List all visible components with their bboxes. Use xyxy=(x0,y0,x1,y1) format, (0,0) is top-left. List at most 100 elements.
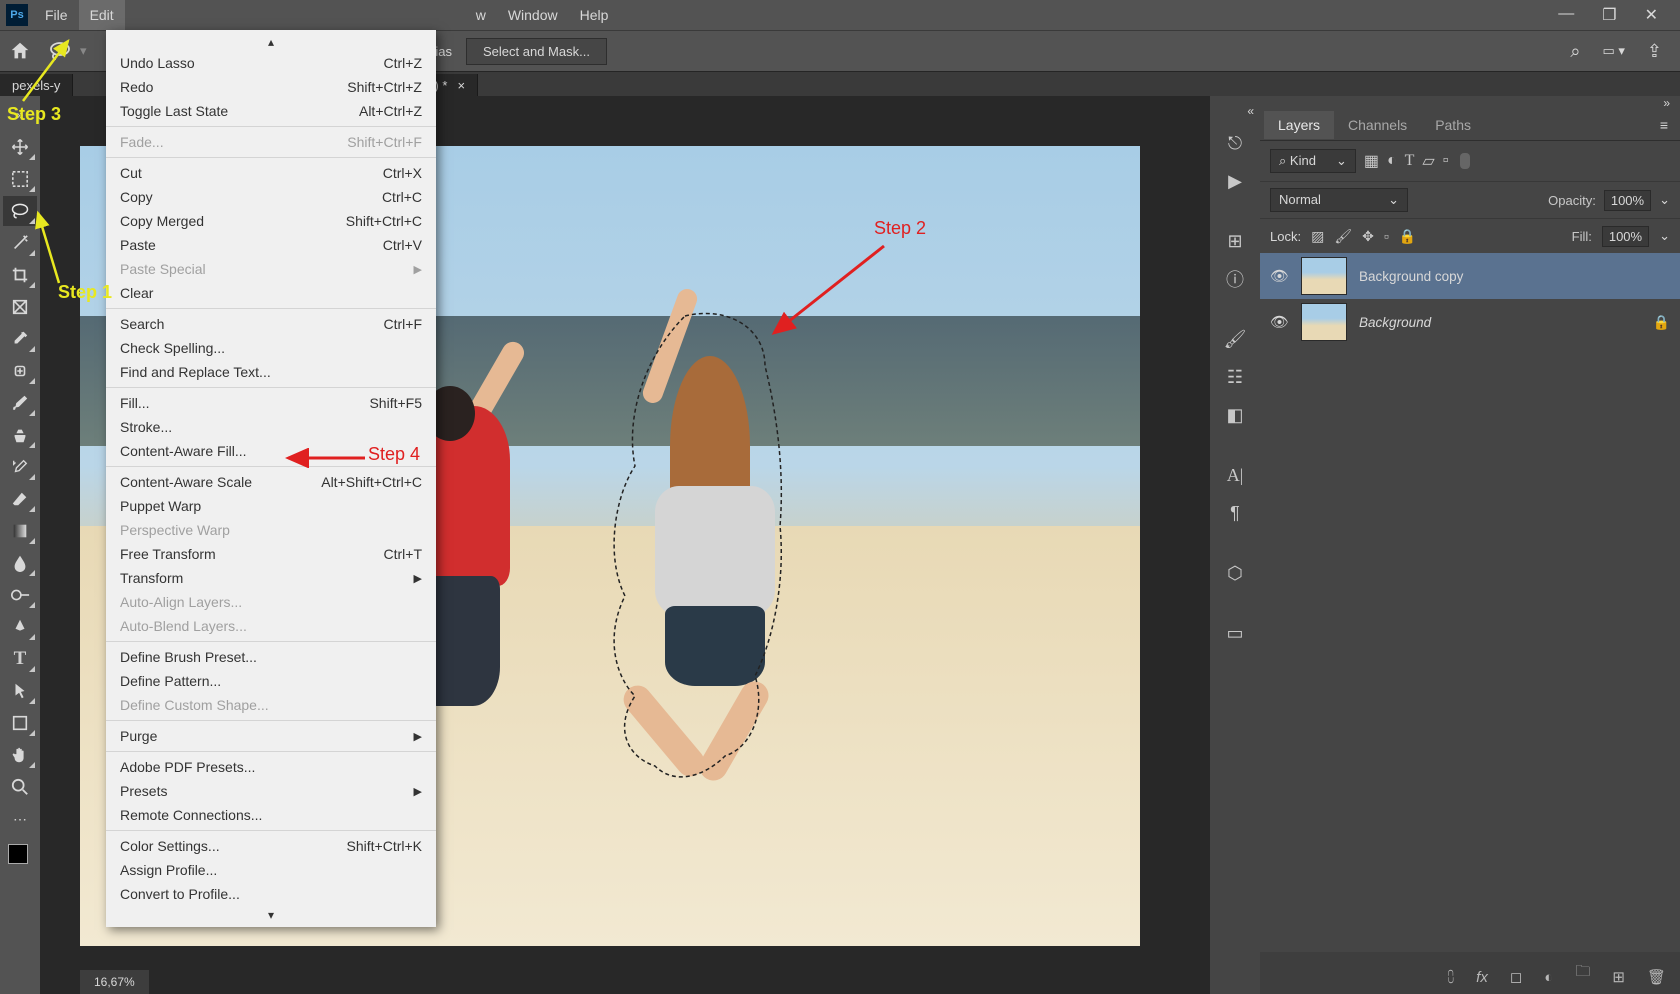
mask-icon[interactable]: ◻ xyxy=(1510,968,1522,986)
menu-item[interactable]: Find and Replace Text... xyxy=(106,360,436,384)
menu-item[interactable]: Convert to Profile... xyxy=(106,882,436,906)
move-tool[interactable] xyxy=(3,132,37,162)
type-tool[interactable]: T xyxy=(3,644,37,674)
window-maximize[interactable]: ❐ xyxy=(1602,5,1616,25)
eraser-tool[interactable] xyxy=(3,484,37,514)
dock-learn-icon[interactable]: ⎋ xyxy=(1220,128,1250,158)
menu-item[interactable]: CutCtrl+X xyxy=(106,161,436,185)
delete-layer-icon[interactable]: 🗑 xyxy=(1647,968,1666,986)
group-icon[interactable]: 🗀 xyxy=(1575,961,1590,986)
collapse-dock[interactable]: « xyxy=(1247,104,1254,118)
dock-char-icon[interactable]: A| xyxy=(1220,460,1250,490)
visibility-icon[interactable]: 👁 xyxy=(1270,267,1289,285)
hand-tool[interactable] xyxy=(3,740,37,770)
window-close[interactable]: ✕ xyxy=(1645,5,1658,25)
menu-item[interactable]: RedoShift+Ctrl+Z xyxy=(106,75,436,99)
adjustment-icon[interactable]: ◐ xyxy=(1544,969,1553,986)
menu-item[interactable]: Stroke... xyxy=(106,415,436,439)
marquee-tool[interactable] xyxy=(3,164,37,194)
visibility-icon[interactable]: 👁 xyxy=(1270,313,1289,331)
search-icon[interactable]: ⌕ xyxy=(1570,41,1580,62)
menu-item[interactable]: Check Spelling... xyxy=(106,336,436,360)
blur-tool[interactable] xyxy=(3,548,37,578)
dock-play-icon[interactable]: ▶ xyxy=(1220,166,1250,196)
menu-edit[interactable]: Edit xyxy=(79,0,125,30)
menu-item[interactable]: Purge▶ xyxy=(106,724,436,748)
clone-stamp-tool[interactable] xyxy=(3,420,37,450)
menu-item[interactable]: CopyCtrl+C xyxy=(106,185,436,209)
close-icon[interactable]: × xyxy=(457,78,465,93)
brush-tool[interactable] xyxy=(3,388,37,418)
window-minimize[interactable]: — xyxy=(1558,5,1574,25)
pen-tool[interactable] xyxy=(3,612,37,642)
zoom-tool[interactable] xyxy=(3,772,37,802)
lock-move-icon[interactable]: ✥ xyxy=(1362,228,1374,245)
menu-item[interactable]: Define Brush Preset... xyxy=(106,645,436,669)
layer-row[interactable]: 👁 Background 🔒 xyxy=(1260,299,1680,345)
menu-scroll[interactable]: ▴ xyxy=(106,33,436,51)
fill-input[interactable]: 100% xyxy=(1602,226,1649,247)
new-layer-icon[interactable]: ⊞ xyxy=(1612,968,1625,986)
document-tab[interactable]: pexels-y xyxy=(0,74,73,97)
menu-item[interactable]: Puppet Warp xyxy=(106,494,436,518)
menu-item[interactable]: Assign Profile... xyxy=(106,858,436,882)
layer-row[interactable]: 👁 Background copy xyxy=(1260,253,1680,299)
filter-kind-select[interactable]: ⌕ Kind⌄ xyxy=(1270,149,1356,173)
menu-item[interactable]: Color Settings...Shift+Ctrl+K xyxy=(106,834,436,858)
menu-file[interactable]: File xyxy=(34,0,79,30)
filter-type-icon[interactable]: T xyxy=(1405,152,1415,170)
color-swatches[interactable] xyxy=(8,844,32,868)
menu-window[interactable]: Window xyxy=(497,0,569,30)
menu-item[interactable]: Copy MergedShift+Ctrl+C xyxy=(106,209,436,233)
fx-icon[interactable]: fx xyxy=(1476,969,1488,986)
lasso-tool[interactable] xyxy=(3,196,37,226)
filter-adjust-icon[interactable]: ◐ xyxy=(1387,152,1397,170)
share-icon[interactable]: ⇪ xyxy=(1647,41,1662,62)
magic-wand-tool[interactable] xyxy=(3,228,37,258)
menu-item[interactable]: Presets▶ xyxy=(106,779,436,803)
layer-thumbnail[interactable] xyxy=(1301,303,1347,341)
menu-item[interactable]: Define Pattern... xyxy=(106,669,436,693)
filter-smart-icon[interactable]: ▫ xyxy=(1443,152,1449,170)
dock-para-icon[interactable]: ¶ xyxy=(1220,498,1250,528)
menu-item[interactable]: Clear xyxy=(106,281,436,305)
tab-paths[interactable]: Paths xyxy=(1421,111,1485,139)
tab-layers[interactable]: Layers xyxy=(1264,111,1334,139)
link-layers-icon[interactable]: ⩇ xyxy=(1447,969,1454,986)
lock-nest-icon[interactable]: ▫ xyxy=(1384,228,1389,244)
lock-paint-icon[interactable]: 🖌 xyxy=(1334,228,1352,245)
select-and-mask-button[interactable]: Select and Mask... xyxy=(466,38,607,65)
dock-brush-icon[interactable]: 🖌 xyxy=(1220,324,1250,354)
menu-item[interactable]: Transform▶ xyxy=(106,566,436,590)
zoom-level[interactable]: 16,67% xyxy=(94,975,135,989)
shape-tool[interactable] xyxy=(3,708,37,738)
menu-item[interactable]: Toggle Last StateAlt+Ctrl+Z xyxy=(106,99,436,123)
home-button[interactable] xyxy=(0,31,40,71)
layer-name[interactable]: Background xyxy=(1359,315,1431,330)
path-select-tool[interactable] xyxy=(3,676,37,706)
filter-shape-icon[interactable]: ▱ xyxy=(1422,151,1434,171)
gradient-tool[interactable] xyxy=(3,516,37,546)
tab-channels[interactable]: Channels xyxy=(1334,111,1421,139)
workspace-switcher[interactable]: ▭ ▾ xyxy=(1602,43,1624,59)
menu-item[interactable]: Free TransformCtrl+T xyxy=(106,542,436,566)
healing-brush-tool[interactable] xyxy=(3,356,37,386)
menu-item[interactable]: Remote Connections... xyxy=(106,803,436,827)
eyedropper-tool[interactable] xyxy=(3,324,37,354)
panel-expand[interactable]: » xyxy=(1260,96,1680,110)
menu-item[interactable]: Fill...Shift+F5 xyxy=(106,391,436,415)
menu-truncated[interactable]: w xyxy=(465,0,497,30)
blend-mode-select[interactable]: Normal⌄ xyxy=(1270,188,1408,212)
dock-3d-icon[interactable]: ⬡ xyxy=(1220,558,1250,588)
dock-styles-icon[interactable]: ◧ xyxy=(1220,400,1250,430)
layer-thumbnail[interactable] xyxy=(1301,257,1347,295)
dock-swatch-icon[interactable]: ▭ xyxy=(1220,618,1250,648)
layer-name[interactable]: Background copy xyxy=(1359,269,1463,284)
dock-libraries-icon[interactable]: ⊞ xyxy=(1220,226,1250,256)
menu-help[interactable]: Help xyxy=(569,0,620,30)
collapse-toolbar[interactable]: » xyxy=(3,100,37,130)
menu-item[interactable]: SearchCtrl+F xyxy=(106,312,436,336)
history-brush-tool[interactable] xyxy=(3,452,37,482)
filter-pixel-icon[interactable]: ▦ xyxy=(1364,151,1379,171)
frame-tool[interactable] xyxy=(3,292,37,322)
